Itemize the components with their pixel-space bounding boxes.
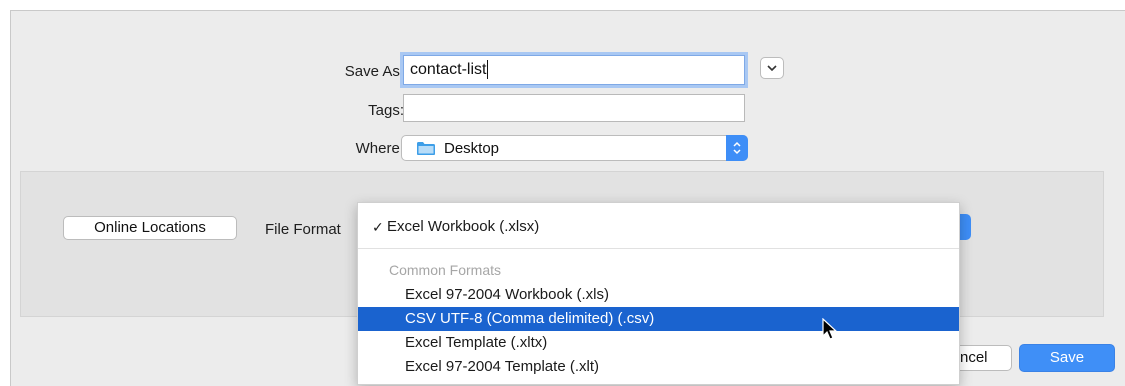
menu-item-xlt[interactable]: Excel 97-2004 Template (.xlt) <box>358 355 959 379</box>
menu-item-xltx[interactable]: Excel Template (.xltx) <box>358 331 959 355</box>
expand-dialog-button[interactable] <box>760 57 784 79</box>
save-as-input[interactable]: contact-list <box>403 55 745 85</box>
text-caret <box>487 60 489 80</box>
menu-item-selected-format[interactable]: ✓ Excel Workbook (.xlsx) <box>358 215 959 239</box>
save-button[interactable]: Save <box>1019 344 1115 372</box>
updown-chevron-icon <box>733 141 741 155</box>
where-stepper[interactable] <box>726 135 748 161</box>
save-as-label: Save As: <box>344 63 404 80</box>
chevron-down-icon <box>767 65 777 71</box>
menu-section-header: Common Formats <box>389 262 502 278</box>
where-label: Where: <box>355 140 404 157</box>
menu-item-xls[interactable]: Excel 97-2004 Workbook (.xls) <box>358 283 959 307</box>
save-as-value: contact-list <box>410 61 487 78</box>
tags-input[interactable] <box>403 94 745 122</box>
menu-separator <box>358 248 959 249</box>
tags-label: Tags: <box>368 102 404 119</box>
mouse-pointer-icon <box>822 318 838 340</box>
online-locations-button[interactable]: Online Locations <box>63 216 237 240</box>
selected-format-label: Excel Workbook (.xlsx) <box>387 218 540 235</box>
folder-icon <box>417 141 435 155</box>
checkmark-icon: ✓ <box>372 219 384 235</box>
where-value: Desktop <box>444 139 500 157</box>
where-popup[interactable]: Desktop <box>401 135 748 161</box>
menu-item-csv-utf8[interactable]: CSV UTF-8 (Comma delimited) (.csv) <box>358 307 959 331</box>
file-format-label: File Format <box>265 221 341 238</box>
file-format-menu: ✓ Excel Workbook (.xlsx) Common Formats … <box>357 202 960 385</box>
cancel-label: ncel <box>960 349 988 366</box>
